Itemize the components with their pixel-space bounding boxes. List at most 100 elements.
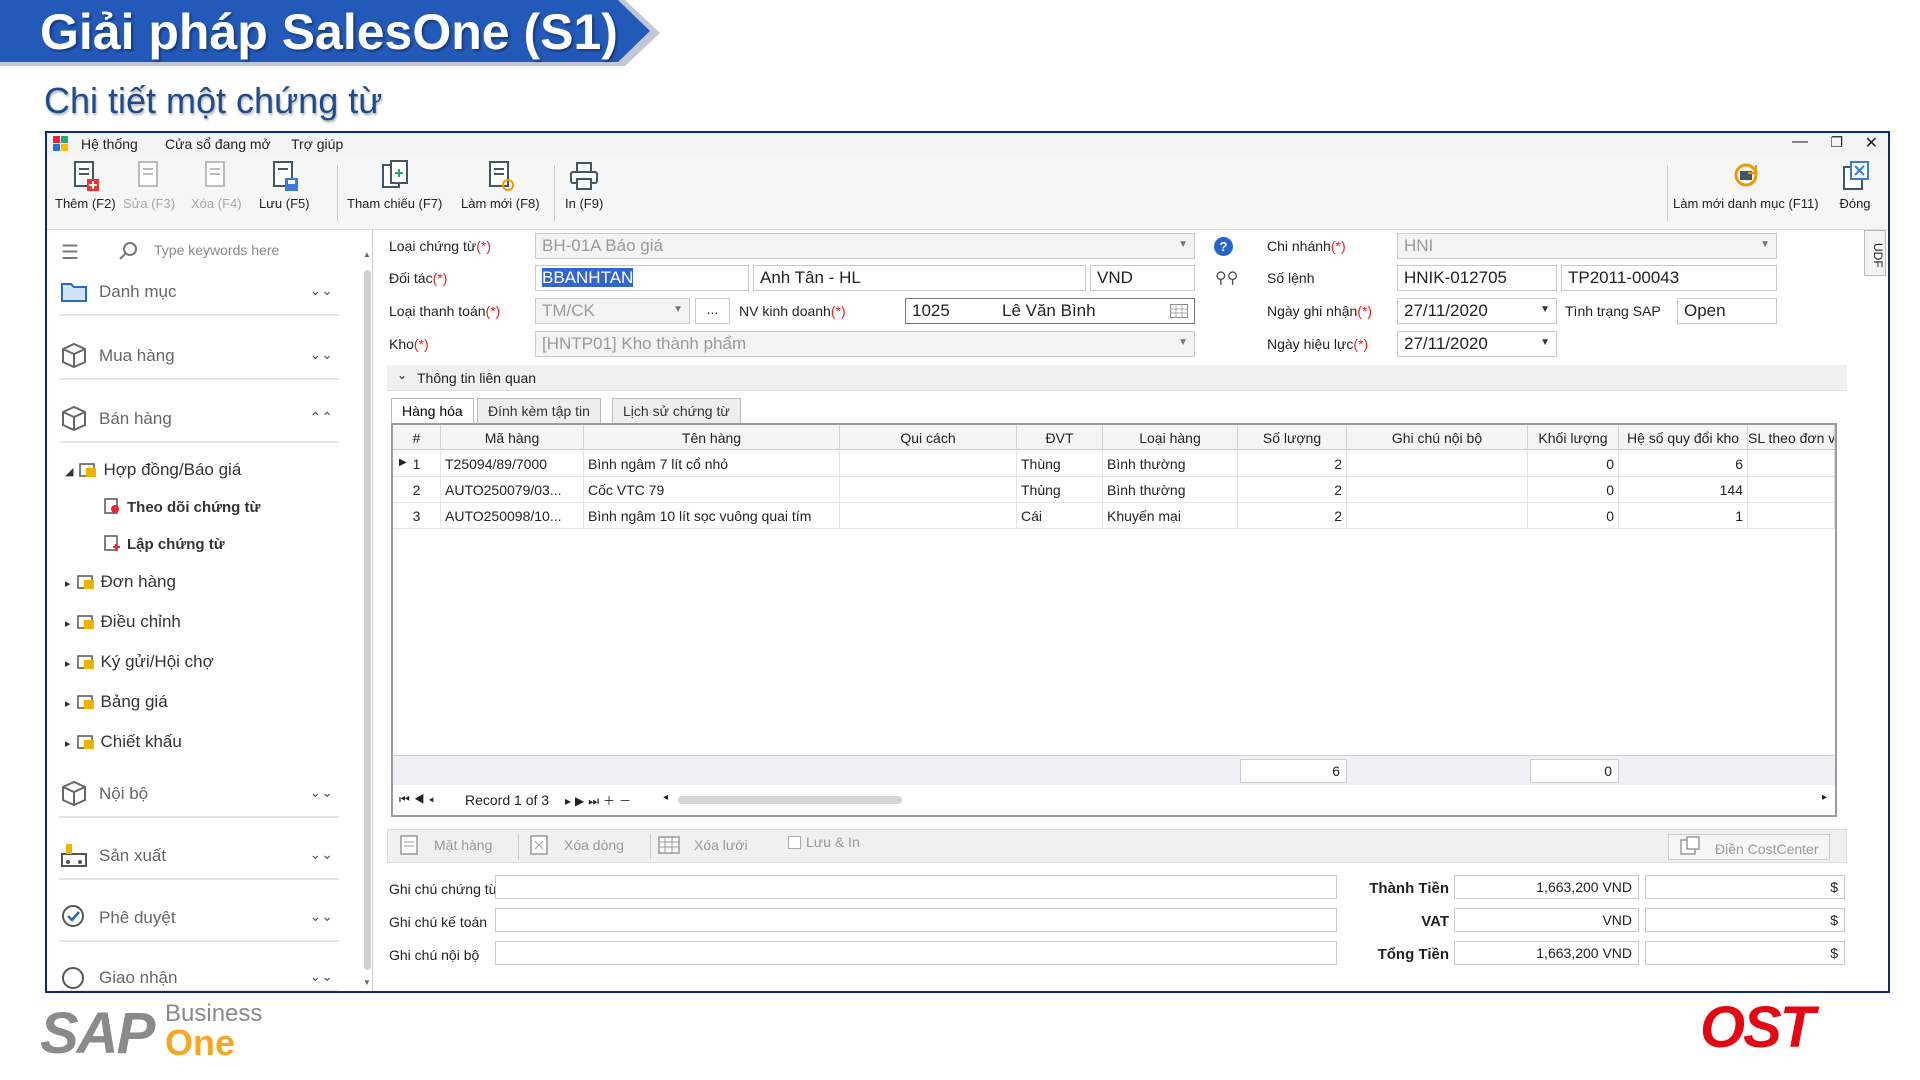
table-cell[interactable]: 0 [1528,503,1619,529]
tree-item-adjust[interactable]: ▸ Điều chỉnh [65,612,181,632]
restore-icon[interactable]: ❐ [1830,134,1843,151]
col-header[interactable]: Khối lượng [1528,425,1619,450]
table-cell[interactable]: 3 [393,503,441,529]
refresh-catalog-button[interactable]: Làm mới danh mục (F11) [1673,159,1819,211]
table-cell[interactable] [1347,477,1528,503]
menu-system[interactable]: Hệ thống [81,136,138,152]
table-cell[interactable]: 6 [1619,451,1748,477]
table-cell[interactable]: Khuyến mại [1103,503,1238,529]
pay-type-select[interactable]: TM/CK ▼ [535,298,690,324]
hamburger-icon[interactable]: ☰ [61,240,79,265]
table-row[interactable]: 3 AUTO250098/10... Bình ngâm 10 lít sọc vu… [393,503,1835,529]
tree-item-track-docs[interactable]: Theo dõi chứng từ [103,497,260,516]
menu-open-windows[interactable]: Cửa sổ đang mở [165,136,271,152]
related-info-section[interactable]: ⌄ Thông tin liên quan [387,365,1847,391]
delete-row-button[interactable]: Xóa dòng [528,834,624,860]
add-item-button[interactable]: Mặt hàng [398,834,492,860]
tree-item-create-doc[interactable]: Lập chứng từ [103,534,225,553]
table-cell[interactable]: Cái [1017,503,1103,529]
sidebar-group-sales[interactable]: Bán hàng ⌃⌃ [59,397,339,443]
table-cell[interactable]: T25094/89/7000 [441,451,584,477]
tab-attachments[interactable]: Đính kèm tập tin [477,398,601,424]
table-row[interactable]: 2 AUTO250079/03... Cốc VTC 79 Thùng Bình thư… [393,477,1835,503]
col-header[interactable]: Số lượng [1238,425,1347,450]
tree-item-orders[interactable]: ▸ Đơn hàng [65,572,176,592]
table-cell[interactable] [1748,477,1835,503]
tree-item-pricelist[interactable]: ▸ Bảng giá [65,692,168,712]
sidebar-group-purchasing[interactable]: Mua hàng ⌄⌄ [59,334,339,380]
table-cell[interactable]: Bình ngâm 10 lít sọc vuông quai tím [584,503,840,529]
sidebar-group-catalog[interactable]: Danh mục ⌄⌄ [59,270,339,316]
acct-note-input[interactable] [495,908,1337,932]
table-cell[interactable] [1748,451,1835,477]
delete-grid-button[interactable]: Xóa lưới [658,834,748,860]
table-cell[interactable]: 2 [1238,503,1347,529]
grid-hscroll-thumb[interactable] [678,796,902,804]
table-cell[interactable]: Thùng [1017,451,1103,477]
scroll-up-icon[interactable]: ▲ [363,250,371,259]
table-cell[interactable]: 144 [1619,477,1748,503]
save-print-checkbox[interactable]: Lưu & In [788,834,860,860]
sales-rep-input[interactable]: 1025 Lê Văn Bình [905,298,1195,324]
table-row[interactable]: ▶ 1 T25094/89/7000 Bình ngâm 7 lít cổ nhỏ Th… [393,451,1835,477]
branch-select[interactable]: HNI ▼ [1397,233,1777,259]
table-cell[interactable]: AUTO250098/10... [441,503,584,529]
sidebar-scrollbar[interactable]: ▲ ▼ [363,250,372,990]
pay-type-browse-button[interactable]: ... [695,298,730,324]
table-cell[interactable]: 0 [1528,477,1619,503]
binoculars-icon[interactable]: ⚲⚲ [1215,268,1238,288]
print-button[interactable]: In (F9) [565,159,603,211]
reference-button[interactable]: Tham chiếu (F7) [347,159,442,211]
tree-item-contract[interactable]: ◢ Hợp đồng/Báo giá [65,460,241,480]
close-button[interactable]: Đóng [1839,159,1871,211]
partner-name-input[interactable]: Anh Tân - HL [753,265,1086,291]
col-header[interactable]: Loại hàng [1103,425,1238,450]
internal-note-input[interactable] [495,941,1337,965]
table-cell[interactable] [840,503,1017,529]
minimize-icon[interactable]: — [1792,133,1808,151]
table-cell[interactable] [1748,503,1835,529]
doc-note-input[interactable] [495,875,1337,899]
edit-button[interactable]: Sửa (F3) [123,159,175,211]
sidebar-group-delivery[interactable]: Giao nhận ⌄⌄ [59,956,339,991]
table-cell[interactable]: Thùng [1017,477,1103,503]
udf-side-tab[interactable]: UDF [1864,230,1886,276]
table-cell[interactable]: Bình ngâm 7 lít cổ nhỏ [584,451,840,477]
col-header[interactable]: ĐVT [1017,425,1103,450]
record-date-picker[interactable]: 27/11/2020 ▼ [1397,298,1557,324]
table-cell[interactable] [1347,451,1528,477]
table-cell[interactable] [840,477,1017,503]
table-cell[interactable]: AUTO250079/03... [441,477,584,503]
scroll-down-icon[interactable]: ▼ [363,978,371,987]
tab-items[interactable]: Hàng hóa [391,398,474,424]
fill-cost-center-button[interactable]: Điền CostCenter [1668,834,1830,860]
scroll-thumb[interactable] [364,270,371,970]
order-no2-input[interactable]: TP2011-00043 [1561,265,1777,291]
table-cell[interactable]: 0 [1528,451,1619,477]
scroll-left-icon[interactable]: ◂ [663,792,668,803]
menu-help[interactable]: Trợ giúp [291,136,343,152]
table-cell[interactable]: 2 [393,477,441,503]
sidebar-group-production[interactable]: Sản xuất ⌄⌄ [59,834,339,880]
warehouse-select[interactable]: [HNTP01] Kho thành phẩm ▼ [535,331,1195,357]
table-cell[interactable]: Bình thường [1103,451,1238,477]
refresh-button[interactable]: Làm mới (F8) [461,159,540,211]
order-no-input[interactable]: HNIK-012705 [1397,265,1557,291]
currency-input[interactable]: VND [1090,265,1195,291]
tree-item-discount[interactable]: ▸ Chiết khấu [65,732,182,752]
help-icon[interactable]: ? [1214,237,1233,256]
nav-first-prev-icons[interactable]: ⏮◀◂ [399,792,438,807]
table-cell[interactable]: Bình thường [1103,477,1238,503]
doc-type-select[interactable]: BH-01A Báo giá ▼ [535,233,1195,259]
sidebar-group-approval[interactable]: Phê duyệt ⌄⌄ [59,896,339,942]
col-header[interactable]: Tên hàng [584,425,840,450]
table-cell[interactable] [840,451,1017,477]
col-header[interactable]: Qui cách [840,425,1017,450]
save-button[interactable]: Lưu (F5) [259,159,310,211]
table-cell[interactable]: 2 [1238,451,1347,477]
delete-button[interactable]: Xóa (F4) [191,159,242,211]
sidebar-search-input[interactable]: Type keywords here [154,242,279,258]
col-header[interactable]: Mã hàng [441,425,584,450]
close-window-icon[interactable]: ✕ [1865,133,1878,153]
partner-code-input[interactable]: BBANHTAN [535,265,749,291]
